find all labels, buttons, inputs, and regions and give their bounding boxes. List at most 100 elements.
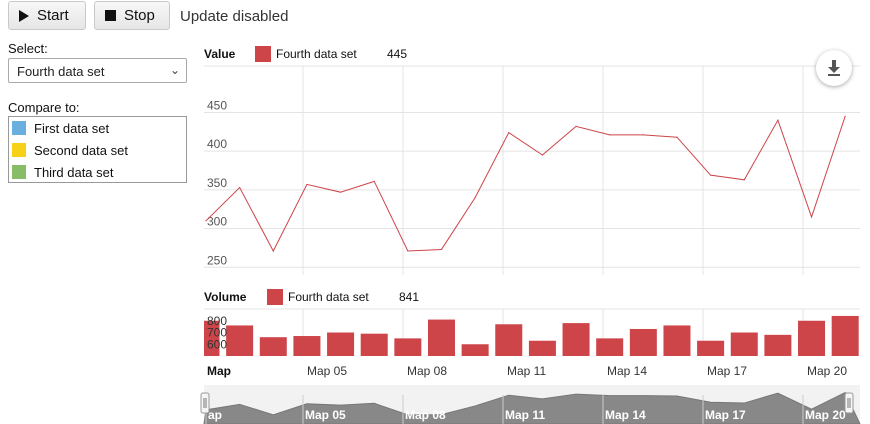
volume-legend-swatch xyxy=(267,289,283,305)
start-button-label: Start xyxy=(37,7,69,24)
dataset-select[interactable]: Fourth data set ⌄ xyxy=(8,58,187,83)
value-data-point xyxy=(373,180,375,182)
volume-y-tick-label: 700 xyxy=(207,326,227,340)
volume-bar xyxy=(831,315,859,356)
value-data-point xyxy=(407,250,409,252)
compare-item-label: Third data set xyxy=(34,164,114,180)
stop-icon xyxy=(105,10,116,21)
value-data-point xyxy=(272,250,274,252)
x-axis-tick-label: Map 17 xyxy=(707,364,747,378)
volume-legend-name: Fourth data set xyxy=(288,290,369,304)
volume-bar xyxy=(764,334,792,356)
volume-bar xyxy=(596,338,624,356)
x-axis-tick-label: Map 05 xyxy=(307,364,347,378)
navigator-left-handle xyxy=(200,392,210,414)
value-data-point xyxy=(339,191,342,193)
volume-bar xyxy=(259,337,287,356)
volume-bar xyxy=(562,323,590,356)
volume-bar xyxy=(204,320,220,356)
value-data-point xyxy=(508,131,510,134)
handle-body xyxy=(200,392,210,414)
download-icon xyxy=(828,60,840,76)
compare-label: Compare to: xyxy=(8,100,80,115)
value-legend-name: Fourth data set xyxy=(276,47,357,61)
value-y-tick-label: 250 xyxy=(207,253,227,267)
volume-bar xyxy=(663,325,691,356)
compare-list: First data set Second data set Third dat… xyxy=(8,116,187,183)
volume-bar xyxy=(528,340,556,356)
value-y-tick-label: 400 xyxy=(207,137,227,151)
volume-bar xyxy=(730,332,758,356)
x-axis-tick-label: Map 11 xyxy=(507,364,546,378)
play-icon xyxy=(19,9,29,22)
value-y-tick-label: 450 xyxy=(207,98,227,112)
update-status-text: Update disabled xyxy=(180,8,289,25)
value-y-tick-label: 350 xyxy=(207,176,227,190)
volume-y-tick-label: 600 xyxy=(207,337,227,351)
value-data-point xyxy=(609,134,611,136)
volume-bar xyxy=(697,340,725,356)
dataset-select-value: Fourth data set xyxy=(17,64,105,79)
volume-bar xyxy=(427,319,455,356)
volume-bar xyxy=(629,328,657,356)
value-data-point xyxy=(777,119,779,121)
value-data-point xyxy=(575,125,577,127)
value-data-point xyxy=(642,134,644,136)
value-data-point xyxy=(239,186,241,189)
value-data-point xyxy=(306,183,308,186)
chevron-down-icon: ⌄ xyxy=(169,63,180,77)
navigator-tick-label: Map 05 xyxy=(305,408,346,422)
color-swatch xyxy=(12,121,26,135)
value-data-point xyxy=(810,216,813,218)
start-button[interactable]: Start xyxy=(8,1,86,30)
value-legend-value: 445 xyxy=(387,47,407,61)
select-label: Select: xyxy=(8,41,48,56)
volume-y-tick-label: 800 xyxy=(207,314,227,328)
volume-bar xyxy=(293,336,321,356)
value-data-point xyxy=(743,179,745,181)
volume-bar xyxy=(360,333,388,356)
navigator-background xyxy=(204,385,860,424)
navigator-right-handle xyxy=(844,392,854,414)
navigator-tick-label: Map 14 xyxy=(605,408,646,422)
navigator-tick-label: Map 20 xyxy=(805,408,846,422)
volume-bar xyxy=(394,338,422,356)
value-data-point xyxy=(676,136,678,138)
navigator-tick-label: Map 17 xyxy=(705,408,746,422)
compare-item-label: Second data set xyxy=(34,142,128,158)
x-axis-tick-label: Map 08 xyxy=(407,364,447,378)
navigator-tick-label: Map 11 xyxy=(505,408,545,422)
value-data-point xyxy=(844,115,846,117)
value-y-tick-label: 300 xyxy=(207,215,227,229)
volume-bar xyxy=(327,332,355,356)
value-panel-title: Value xyxy=(204,47,236,61)
volume-bar xyxy=(495,324,523,356)
value-data-point xyxy=(710,174,712,176)
compare-item-first[interactable]: First data set xyxy=(9,117,186,139)
x-axis-tick-label: Map 14 xyxy=(607,364,647,378)
color-swatch xyxy=(12,143,26,157)
value-data-point xyxy=(541,154,544,156)
value-data-point xyxy=(205,220,207,222)
volume-bar xyxy=(226,325,254,356)
compare-item-third[interactable]: Third data set xyxy=(9,161,186,183)
color-swatch xyxy=(12,165,26,179)
stop-button-label: Stop xyxy=(124,7,155,24)
compare-item-second[interactable]: Second data set xyxy=(9,139,186,161)
download-button[interactable] xyxy=(816,50,852,86)
navigator-area xyxy=(203,391,861,424)
volume-bar xyxy=(798,320,826,356)
navigator-tick-label: ap xyxy=(208,408,222,422)
handle-body xyxy=(844,392,854,414)
value-series-line xyxy=(205,116,846,253)
compare-item-label: First data set xyxy=(34,120,110,136)
navigator-tick-label: Map 08 xyxy=(405,408,446,422)
stop-button[interactable]: Stop xyxy=(94,1,170,30)
volume-panel-title: Volume xyxy=(204,290,247,304)
x-axis-tick-label: Map 20 xyxy=(807,364,847,378)
value-data-point xyxy=(474,196,476,199)
x-axis-first-label: Map xyxy=(207,364,231,378)
volume-legend-value: 841 xyxy=(399,290,419,304)
value-data-point xyxy=(440,248,443,251)
volume-bar xyxy=(461,344,489,356)
